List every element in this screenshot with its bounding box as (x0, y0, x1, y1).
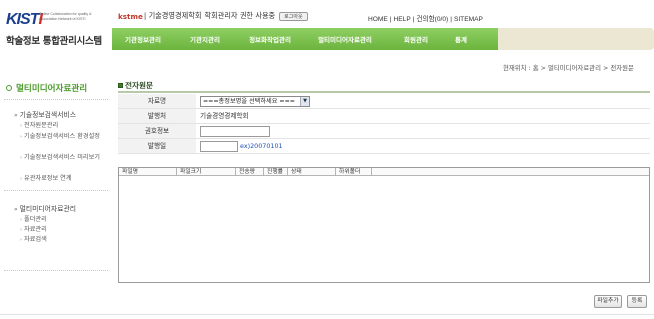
nav-item-journal[interactable]: 기관지관리 (174, 34, 236, 44)
journal-select[interactable]: ===총정보명을 선택하세요 === ▼ (200, 96, 310, 107)
logo-tagline: Online Collaboration for quality & Assoc… (39, 12, 92, 21)
add-file-button[interactable]: 파일추가 (594, 295, 622, 308)
divider (4, 99, 108, 100)
sidebar-group-tech-search[interactable]: » 기술정보검색서비스 (14, 109, 76, 119)
col-progress: 진행률 (264, 168, 288, 176)
date-format-hint: ex)20070101 (240, 142, 283, 150)
org-name: | 기술경영경제학회 (143, 11, 202, 20)
sitemap-link[interactable]: SITEMAP (454, 16, 483, 23)
sidebar-item-material[interactable]: › 자료관리 (20, 226, 47, 234)
journal-label: 자료명 (118, 94, 196, 108)
file-upload-table[interactable]: 파일명 파일크기 전송량 진행률 상태 하위폴더 (118, 167, 650, 283)
page-title: 전자원문 (118, 80, 153, 91)
role-text: 학회관리자 권한 사용중 (204, 11, 276, 20)
bullet-icon: › (20, 217, 22, 223)
divider (4, 190, 108, 191)
col-status: 상태 (288, 168, 336, 176)
date-input[interactable] (200, 141, 238, 152)
divider (4, 270, 108, 271)
bullet-icon: › (20, 237, 22, 243)
register-button[interactable]: 등록 (627, 295, 647, 308)
nav-item-members[interactable]: 회원관리 (386, 34, 446, 44)
nav-item-org-info[interactable]: 기관정보관리 (112, 34, 174, 44)
main-nav: 기관정보관리 기관지관리 정보화작업관리 멀티미디어자료관리 회원관리 통계 (112, 28, 498, 50)
logout-button[interactable]: 로그아웃 (279, 11, 308, 21)
util-links: HOME | HELP | 건의함(0/0) | SITEMAP (368, 16, 483, 23)
bullet-icon: › (20, 134, 22, 140)
form-top-line (118, 91, 650, 93)
volume-label: 권호정보 (118, 124, 196, 138)
volume-input[interactable] (200, 126, 270, 137)
form-row-journal: 자료명 ===총정보명을 선택하세요 === ▼ (118, 94, 650, 109)
bullet-icon: › (20, 176, 22, 182)
col-filename: 파일명 (119, 168, 177, 176)
nav-item-multimedia[interactable]: 멀티미디어자료관리 (304, 34, 386, 44)
publisher-value: 기술경영경제학회 (200, 112, 249, 120)
col-subfolder: 하위폴더 (336, 168, 372, 176)
sidebar-item-fulltext[interactable]: › 전자원문관리 (20, 122, 58, 130)
form-row-volume: 권호정보 (118, 124, 650, 139)
sidebar-item-search-preview[interactable]: › 기술정보검색서비스 미리보기 (20, 154, 104, 162)
sidebar-item-material-search[interactable]: › 자료검색 (20, 236, 47, 244)
suggestion-box-link[interactable]: 건의함(0/0) (416, 16, 448, 23)
nav-item-work[interactable]: 정보화작업관리 (236, 34, 304, 44)
circle-icon (6, 85, 12, 91)
sidebar-item-folder[interactable]: › 폴더관리 (20, 216, 47, 224)
publisher-label: 발행처 (118, 109, 196, 123)
breadcrumb: 현재위치 : 홈 > 멀티미디어자료관리 > 전자원문 (503, 64, 634, 72)
user-id: kstme (118, 11, 143, 21)
bullet-icon: › (20, 123, 22, 129)
square-bullet-icon (118, 83, 123, 88)
form-row-date: 발행일 ex)20070101 (118, 139, 650, 154)
nav-bar-right-panel (498, 28, 654, 50)
footer-divider (0, 314, 654, 315)
sidebar-item-related-link[interactable]: › 유관자료정보 연계 (20, 175, 72, 183)
form-row-publisher: 발행처 기술경영경제학회 (118, 109, 650, 124)
sidebar-group-multimedia[interactable]: » 멀티미디어자료관리 (14, 203, 76, 213)
date-label: 발행일 (118, 139, 196, 153)
chevron-right-icon: » (14, 112, 18, 119)
chevron-right-icon: » (14, 206, 18, 213)
bullet-icon: › (20, 155, 22, 161)
col-transferred: 전송량 (236, 168, 264, 176)
file-table-header: 파일명 파일크기 전송량 진행률 상태 하위폴더 (119, 168, 649, 176)
bullet-icon: › (20, 227, 22, 233)
chevron-down-icon[interactable]: ▼ (300, 97, 309, 106)
home-link[interactable]: HOME (368, 16, 388, 23)
kisti-logo: KISTI (6, 11, 43, 28)
sidebar-item-search-settings[interactable]: › 기술정보검색서비스 환경설정 (20, 133, 104, 141)
sidebar-title: 멀티미디어자료관리 (6, 82, 87, 94)
col-filesize: 파일크기 (177, 168, 236, 176)
logo-area[interactable]: KISTI Online Collaboration for quality &… (0, 0, 112, 50)
system-name: 학술정보 통합관리시스템 (6, 36, 102, 47)
help-link[interactable]: HELP (394, 16, 411, 23)
sidebar: 멀티미디어자료관리 » 기술정보검색서비스 › 전자원문관리 › 기술정보검색서비스 … (0, 62, 112, 302)
nav-item-stats[interactable]: 통계 (446, 34, 476, 44)
session-info: kstme | 기술경영경제학회 학회관리자 권한 사용중 로그아웃 (118, 11, 308, 21)
